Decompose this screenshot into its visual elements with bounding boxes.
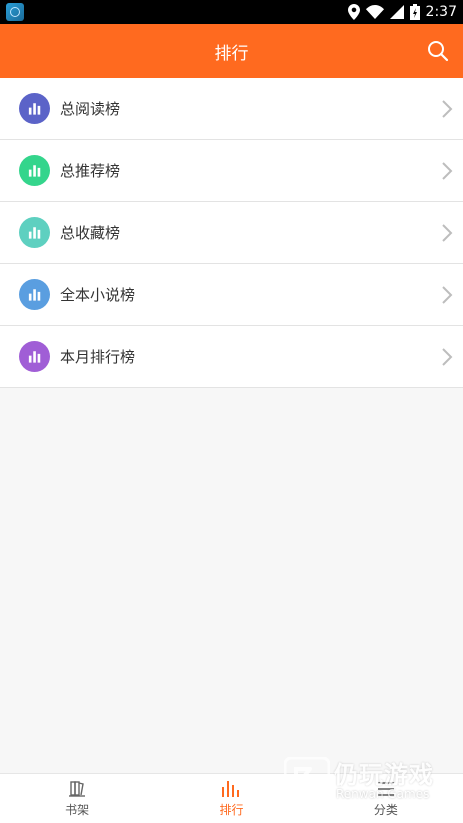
- chevron-right-icon: [442, 224, 453, 242]
- tab-bookshelf[interactable]: 书架: [0, 774, 154, 823]
- location-icon: [347, 4, 360, 20]
- bar-chart-glyph-icon: [28, 165, 40, 177]
- tab-label: 分类: [373, 803, 398, 817]
- bar-chart-glyph-icon: [28, 289, 40, 301]
- ranking-icon: [222, 781, 240, 797]
- chevron-right-icon: [442, 286, 453, 304]
- signal-icon: [389, 5, 404, 19]
- ranking-item-label: 总推荐榜: [60, 162, 121, 180]
- ranking-item[interactable]: 总推荐榜: [0, 140, 463, 202]
- app-notification-icon: [6, 3, 24, 21]
- app-header: 排行: [0, 24, 463, 78]
- bar-chart-glyph-icon: [28, 351, 40, 363]
- ranking-item-label: 总阅读榜: [60, 100, 121, 118]
- chevron-right-icon: [442, 100, 453, 118]
- status-time: 2:37: [425, 4, 457, 20]
- bar-chart-glyph-icon: [28, 227, 40, 239]
- bar-chart-glyph-icon: [28, 103, 40, 115]
- category-icon: [377, 782, 394, 796]
- tab-label: 排行: [219, 803, 244, 817]
- status-bar: 2:37: [0, 0, 463, 24]
- wifi-icon: [365, 5, 384, 19]
- ranking-item[interactable]: 总收藏榜: [0, 202, 463, 264]
- bookshelf-icon: [69, 781, 86, 797]
- ranking-item-label: 本月排行榜: [60, 348, 136, 366]
- chevron-right-icon: [442, 162, 453, 180]
- chart-bar-icon: [19, 217, 50, 248]
- ranking-list: 总阅读榜总推荐榜总收藏榜全本小说榜本月排行榜: [0, 78, 463, 388]
- chart-bar-icon: [19, 93, 50, 124]
- ranking-item[interactable]: 总阅读榜: [0, 78, 463, 140]
- ranking-item-label: 总收藏榜: [60, 224, 121, 242]
- ranking-item[interactable]: 全本小说榜: [0, 264, 463, 326]
- ranking-item-label: 全本小说榜: [60, 286, 136, 304]
- chevron-right-icon: [442, 348, 453, 366]
- chart-bar-icon: [19, 155, 50, 186]
- page-title: 排行: [214, 43, 249, 64]
- bottom-tab-bar: 书架 排行 分类: [0, 773, 463, 823]
- ranking-item[interactable]: 本月排行榜: [0, 326, 463, 388]
- tab-ranking[interactable]: 排行: [154, 774, 308, 823]
- tab-label: 书架: [65, 803, 90, 817]
- battery-icon: [409, 4, 420, 20]
- search-icon[interactable]: [427, 40, 449, 62]
- chart-bar-icon: [19, 341, 50, 372]
- chart-bar-icon: [19, 279, 50, 310]
- tab-category[interactable]: 分类: [309, 774, 463, 823]
